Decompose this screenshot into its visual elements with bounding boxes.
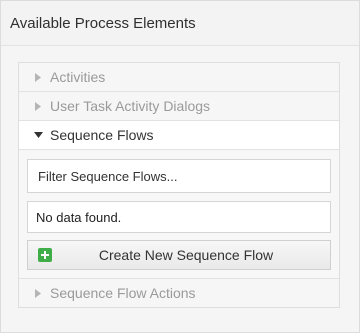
create-new-sequence-flow-button[interactable]: Create New Sequence Flow [27,240,331,270]
panel-title: Available Process Elements [1,1,359,46]
caret-right-icon [32,72,44,82]
no-data-message: No data found. [27,201,331,233]
panel-body: Activities User Task Activity Dialogs Se… [1,46,359,308]
process-elements-accordion: Activities User Task Activity Dialogs Se… [18,62,340,308]
sequence-flows-content: No data found. Create New Sequence Flow [19,150,339,279]
filter-sequence-flows-input[interactable] [27,159,331,193]
accordion-item-label: Activities [50,69,106,85]
create-button-label: Create New Sequence Flow [98,247,274,263]
caret-right-icon [32,288,44,298]
accordion-item-sequence-flow-actions[interactable]: Sequence Flow Actions [19,279,339,307]
plus-square-icon [38,248,52,262]
accordion-item-user-task-activity-dialogs[interactable]: User Task Activity Dialogs [19,92,339,121]
accordion-item-activities[interactable]: Activities [19,63,339,92]
caret-down-icon [32,132,44,138]
accordion-item-label: Sequence Flows [50,127,154,143]
accordion-item-label: User Task Activity Dialogs [50,98,211,114]
caret-right-icon [32,101,44,111]
accordion-item-label: Sequence Flow Actions [50,285,196,301]
accordion-item-sequence-flows[interactable]: Sequence Flows [19,121,339,150]
available-process-elements-panel: Available Process Elements Activities Us… [0,0,360,333]
